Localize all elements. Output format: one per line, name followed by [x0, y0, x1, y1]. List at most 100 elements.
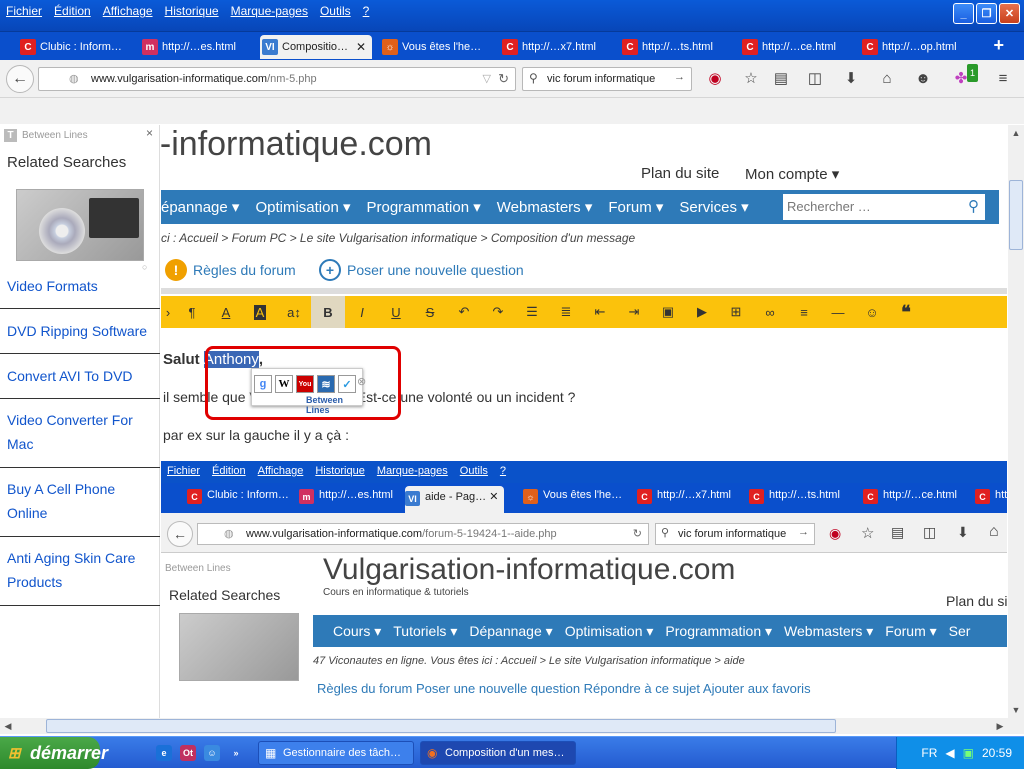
quote-icon[interactable]: ❝ [889, 296, 923, 328]
font-size-icon[interactable]: a↕ [277, 296, 311, 328]
download-icon[interactable]: ⬇ [842, 70, 860, 88]
vertical-scrollbar[interactable]: ▲ ▼ [1008, 125, 1024, 718]
related-image[interactable] [16, 189, 144, 261]
reload-icon[interactable]: ↻ [498, 71, 509, 87]
related-link-cell-phone[interactable]: Buy A Cell Phone Online [0, 477, 160, 537]
search-icon[interactable]: ⚲ [968, 197, 979, 215]
menu-affichage[interactable]: Affichage [97, 0, 159, 22]
task-gestionnaire[interactable]: ▦ Gestionnaire des tâch… [258, 741, 414, 765]
outdent-icon[interactable]: ⇤ [583, 296, 617, 328]
menu-aide[interactable]: ? [357, 0, 376, 22]
bg-color-icon[interactable]: A [243, 296, 277, 328]
scroll-right-icon[interactable]: ▶ [992, 718, 1008, 734]
bookmark-star-icon[interactable]: ☆ [742, 70, 760, 88]
menu-historique[interactable]: Historique [159, 0, 225, 22]
horizontal-rule-icon[interactable]: — [821, 296, 855, 328]
paragraph-icon[interactable]: ¶ [175, 296, 209, 328]
nav-optimisation[interactable]: Optimisation ▾ [247, 198, 358, 216]
scroll-up-icon[interactable]: ▲ [1008, 125, 1024, 141]
numbered-list-icon[interactable]: ≣ [549, 296, 583, 328]
quicklaunch-msn-icon[interactable]: ☺ [204, 745, 220, 761]
nav-depannage[interactable]: épannage ▾ [161, 198, 247, 216]
vertical-scroll-thumb[interactable] [1009, 180, 1023, 250]
nav-webmasters[interactable]: Webmasters ▾ [489, 198, 601, 216]
quicklaunch-ot-icon[interactable]: Ot [180, 745, 196, 761]
search-go-icon[interactable]: → [674, 71, 685, 83]
addon-badge: 1 [966, 64, 978, 82]
indent-icon[interactable]: ⇥ [617, 296, 651, 328]
underline-icon[interactable]: U [379, 296, 413, 328]
scroll-left-icon[interactable]: ◀ [0, 718, 16, 734]
tab-op-html[interactable]: Chttp://…op.html [860, 35, 972, 59]
toolbar-chevron-icon[interactable]: › [161, 296, 175, 328]
network-icon[interactable]: ▣ [963, 746, 974, 760]
close-sidebar-icon[interactable]: × [146, 126, 153, 140]
dropdown-icon[interactable]: ▽ [483, 72, 491, 85]
regles-forum-link[interactable]: ! Règles du forum [165, 259, 296, 281]
tab-ts-html[interactable]: Chttp://…ts.html [620, 35, 732, 59]
back-button[interactable]: ← [6, 65, 34, 93]
bullet-list-icon[interactable]: ☰ [515, 296, 549, 328]
home-icon[interactable]: ⌂ [878, 70, 896, 88]
video-icon[interactable]: ▶ [685, 296, 719, 328]
minimize-button[interactable]: _ [953, 3, 974, 24]
addon-icon[interactable]: ✤ 1 [952, 64, 978, 88]
poser-question-link[interactable]: + Poser une nouvelle question [319, 259, 524, 281]
image-icon[interactable]: ▣ [651, 296, 685, 328]
search-input[interactable]: ⚲ vic forum informatique → [522, 67, 692, 91]
record-icon[interactable]: ◉ [706, 70, 724, 88]
quicklaunch-more-icon[interactable]: » [228, 745, 244, 761]
language-indicator[interactable]: FR [921, 746, 937, 760]
related-link-dvd-ripping[interactable]: DVD Ripping Software [0, 319, 160, 354]
nav-services[interactable]: Services ▾ [671, 198, 756, 216]
restore-button[interactable]: ❐ [976, 3, 997, 24]
mon-compte-link[interactable]: Mon compte ▾ [745, 165, 839, 183]
url-bar[interactable]: ◍ www.vulgarisation-informatique.com/nm-… [38, 67, 516, 91]
nav-forum[interactable]: Forum ▾ [600, 198, 671, 216]
tab-clubic[interactable]: C Clubic : Inform… [18, 35, 130, 59]
related-link-convert-avi[interactable]: Convert AVI To DVD [0, 364, 160, 399]
tab-x7-html[interactable]: Chttp://…x7.html [500, 35, 612, 59]
related-link-video-converter[interactable]: Video Converter For Mac [0, 408, 160, 468]
emoji-icon[interactable]: ☺ [855, 296, 889, 328]
scroll-down-icon[interactable]: ▼ [1008, 702, 1024, 718]
related-link-anti-aging[interactable]: Anti Aging Skin Care Products [0, 546, 160, 606]
link-icon[interactable]: ∞ [753, 296, 787, 328]
bold-icon[interactable]: B [311, 296, 345, 328]
clock[interactable]: 20:59 [982, 746, 1012, 760]
reading-list-icon[interactable]: ▤ [772, 70, 790, 88]
align-icon[interactable]: ≡ [787, 296, 821, 328]
start-button[interactable]: ⊞ démarrer [0, 737, 108, 769]
smiley-icon[interactable]: ☻ [914, 70, 932, 88]
message-line-3[interactable]: par ex sur la gauche il y a çà : [163, 427, 349, 443]
menu-marque-pages[interactable]: Marque-pages [225, 0, 314, 22]
site-search-input[interactable]: Rechercher … ⚲ [783, 194, 985, 220]
nav-programmation[interactable]: Programmation ▾ [359, 198, 489, 216]
tab-es-html[interactable]: m http://…es.html [140, 35, 252, 59]
site-title[interactable]: n-informatique.com [161, 125, 432, 164]
table-icon[interactable]: ⊞ [719, 296, 753, 328]
close-window-button[interactable]: ✕ [999, 3, 1020, 24]
tray-back-icon[interactable]: ◀ [945, 746, 954, 760]
menu-fichier[interactable]: Fichier [0, 0, 48, 22]
new-tab-button[interactable]: + [993, 35, 1004, 56]
plan-du-site-link[interactable]: Plan du site [641, 165, 719, 182]
tab-composition[interactable]: VI Compositio… ✕ [260, 35, 372, 59]
close-tab-icon[interactable]: ✕ [356, 40, 366, 54]
related-link-video-formats[interactable]: Video Formats [0, 274, 160, 309]
redo-icon[interactable]: ↷ [481, 296, 515, 328]
menu-outils[interactable]: Outils [314, 0, 357, 22]
undo-icon[interactable]: ↶ [447, 296, 481, 328]
horizontal-scrollbar[interactable]: ◀ ▶ [0, 718, 1024, 734]
sidebar-icon[interactable]: ◫ [806, 70, 824, 88]
italic-icon[interactable]: I [345, 296, 379, 328]
menu-hamburger-icon[interactable]: ≡ [994, 70, 1012, 88]
horizontal-scroll-thumb[interactable] [46, 719, 836, 733]
menu-edition[interactable]: Édition [48, 0, 97, 22]
task-firefox[interactable]: ◉ Composition d'un mes… [420, 741, 576, 765]
strike-icon[interactable]: S [413, 296, 447, 328]
quicklaunch-ie-icon[interactable]: e [156, 745, 172, 761]
tab-ce-html[interactable]: Chttp://…ce.html [740, 35, 852, 59]
font-color-icon[interactable]: A [209, 296, 243, 328]
tab-vous-etes[interactable]: ☼ Vous êtes l'he… [380, 35, 492, 59]
